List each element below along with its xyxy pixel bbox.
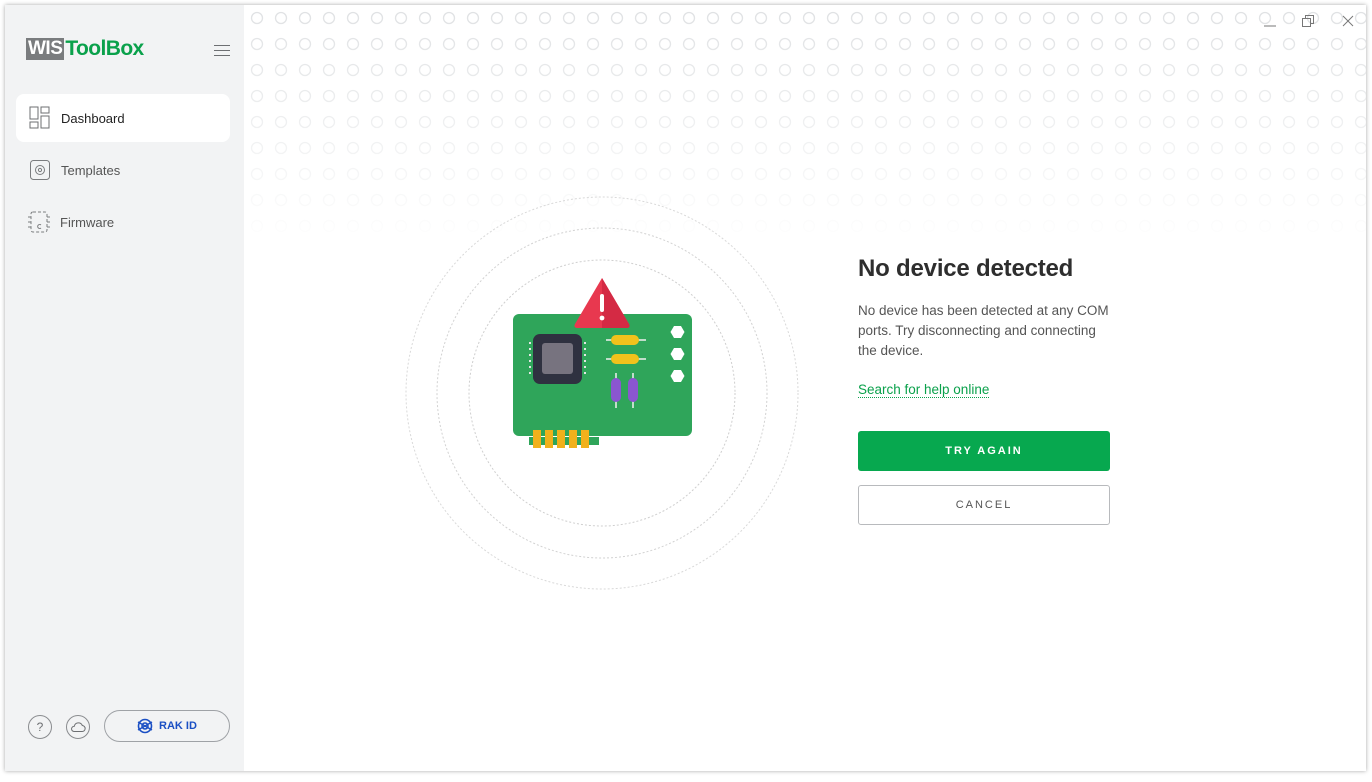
circuit-board-icon (513, 314, 692, 448)
help-icon: ? (36, 720, 44, 734)
dashboard-icon (28, 106, 52, 130)
logo-wis: WIS (26, 38, 65, 60)
sidebar-item-firmware[interactable]: Firmware (16, 198, 230, 246)
sidebar-item-dashboard[interactable]: Dashboard (16, 94, 230, 142)
logo: WIS ToolBox (26, 37, 144, 60)
warning-icon (574, 278, 630, 328)
restore-icon (1302, 15, 1314, 27)
help-button[interactable]: ? (28, 715, 52, 739)
device-illustration (405, 196, 799, 590)
help-online-link[interactable]: Search for help online (858, 382, 990, 398)
try-again-button[interactable]: TRY AGAIN (858, 431, 1110, 471)
sidebar-item-templates[interactable]: Templates (16, 146, 230, 194)
sidebar: WIS ToolBox Dashboard Templates Firmware… (5, 5, 244, 771)
page-title: No device detected (858, 255, 1074, 282)
firmware-icon (27, 210, 51, 234)
logo-toolbox: ToolBox (65, 37, 144, 60)
app-window: WIS ToolBox Dashboard Templates Firmware… (5, 5, 1366, 771)
minimize-icon (1264, 25, 1276, 27)
restore-button[interactable] (1298, 11, 1318, 31)
description-text: No device has been detected at any COM p… (858, 303, 1109, 358)
cloud-icon (71, 722, 86, 732)
sidebar-item-label: Dashboard (61, 110, 125, 126)
templates-icon (28, 158, 52, 182)
rak-id-label: RAK ID (159, 720, 197, 732)
close-button[interactable] (1338, 11, 1358, 31)
rak-id-button[interactable]: RAK ID (104, 710, 230, 742)
minimize-button[interactable] (1260, 11, 1280, 31)
cancel-button[interactable]: CANCEL (858, 485, 1110, 525)
sidebar-item-label: Firmware (60, 214, 115, 230)
cloud-button[interactable] (66, 715, 90, 739)
sidebar-item-label: Templates (61, 162, 121, 178)
close-icon (1342, 15, 1354, 27)
main-content: No device detected No device has been de… (244, 5, 1366, 771)
rak-id-icon (137, 718, 153, 734)
menu-toggle-icon[interactable] (214, 45, 230, 57)
